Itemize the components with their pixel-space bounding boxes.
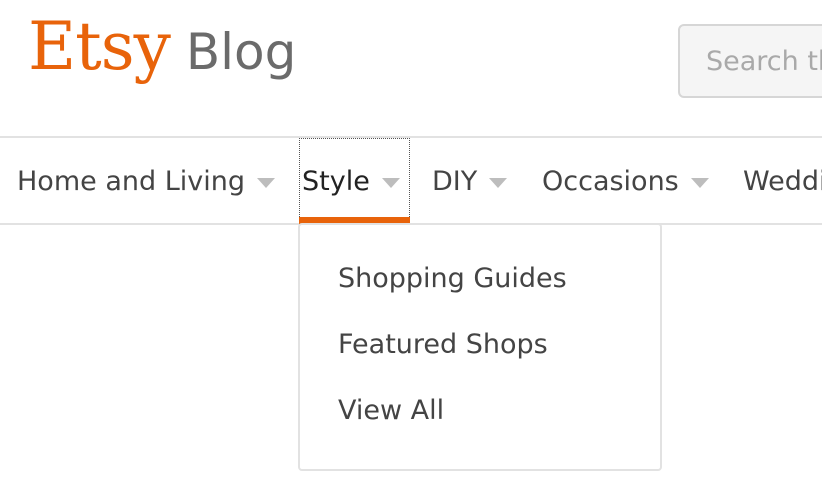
category-nav: Home and Living Style DIY Occasions Wedd…	[0, 136, 822, 225]
nav-item-diy[interactable]: DIY	[432, 138, 508, 225]
dropdown-item-featured-shops[interactable]: Featured Shops	[338, 329, 548, 360]
nav-item-weddings[interactable]: Weddings	[743, 138, 822, 225]
caret-down-icon	[690, 177, 709, 188]
etsy-blog-logo[interactable]: Etsy Blog	[28, 14, 296, 80]
nav-item-style[interactable]: Style	[299, 138, 410, 225]
logo-brand-text: Etsy	[28, 8, 171, 85]
nav-item-label: Weddings	[743, 166, 822, 197]
site-header: Etsy Blog	[0, 0, 822, 137]
caret-down-icon	[489, 177, 508, 188]
dropdown-item-shopping-guides[interactable]: Shopping Guides	[338, 263, 567, 294]
caret-down-icon	[256, 177, 275, 188]
style-dropdown-menu: Shopping Guides Featured Shops View All	[298, 223, 662, 471]
nav-item-home-and-living[interactable]: Home and Living	[17, 138, 275, 225]
page: Etsy Blog Home and Living Style DIY Occa…	[0, 0, 822, 500]
search-input[interactable]	[680, 26, 822, 96]
nav-item-label: Style	[302, 166, 370, 197]
nav-item-label: DIY	[432, 166, 478, 197]
caret-down-icon	[381, 177, 400, 188]
nav-item-occasions[interactable]: Occasions	[542, 138, 709, 225]
search-box	[678, 24, 822, 98]
nav-item-label: Home and Living	[17, 166, 245, 197]
dropdown-item-view-all[interactable]: View All	[338, 395, 444, 426]
logo-suffix-text: Blog	[185, 23, 297, 81]
nav-item-label: Occasions	[542, 166, 679, 197]
